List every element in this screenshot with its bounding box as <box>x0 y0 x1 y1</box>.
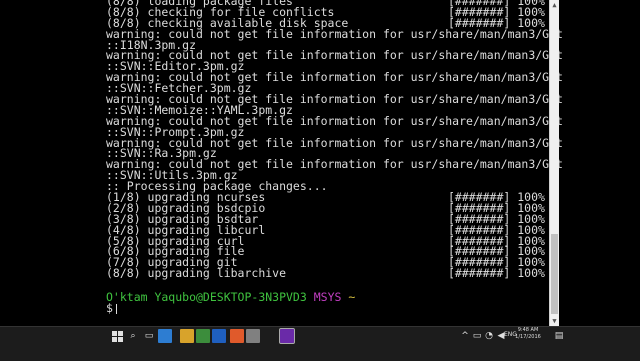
text-cursor <box>115 303 117 314</box>
edge-browser-icon[interactable] <box>158 329 172 343</box>
windows-start-icon[interactable] <box>110 329 124 343</box>
terminal-window[interactable]: (8/8) loading package files [#######] 100… <box>0 0 640 326</box>
prompt-shell-name: MSYS <box>313 290 342 304</box>
prompt-symbol: $ <box>106 301 113 315</box>
prompt-path: ~ <box>348 290 356 304</box>
msys-terminal-icon[interactable] <box>279 328 295 344</box>
browser-icon[interactable] <box>230 329 244 343</box>
taskbar: ⌕ ▭ ^ ▭ ◔ ◀ ENG 9:48 AM 1/17/2016 ▤ <box>0 326 640 361</box>
file-explorer-icon[interactable] <box>180 329 194 343</box>
terminal-output: (8/8) loading package files [#######] 100… <box>106 0 563 279</box>
media-player-icon[interactable] <box>212 329 226 343</box>
search-icon[interactable]: ⌕ <box>126 329 140 343</box>
prompt-user-host: O'ktam Yaqubo@DESKTOP-3N3PVD3 <box>106 290 307 304</box>
mail-icon[interactable] <box>246 329 260 343</box>
terminal-line-text: (8/8) upgrading libarchive <box>106 266 287 281</box>
terminal-line: (8/8) upgrading libarchive [#######] 100% <box>106 266 563 281</box>
notification-center-icon[interactable]: ▤ <box>552 329 566 343</box>
scroll-thumb[interactable] <box>551 234 558 314</box>
scroll-up-arrow-icon[interactable]: ▲ <box>550 0 559 10</box>
clock-time: 9:48 AM <box>517 327 539 333</box>
shell-prompt: O'ktam Yaqubo@DESKTOP-3N3PVD3 MSYS ~ <box>106 290 356 304</box>
terminal-scrollbar[interactable]: ▲ ▼ <box>549 0 559 326</box>
command-input[interactable]: $ <box>106 301 117 315</box>
task-view-icon[interactable]: ▭ <box>142 329 156 343</box>
store-icon[interactable] <box>196 329 210 343</box>
scroll-down-arrow-icon[interactable]: ▼ <box>550 316 559 326</box>
system-clock[interactable]: 9:48 AM 1/17/2016 <box>510 327 546 341</box>
progress-indicator: [#######] 100% <box>448 266 545 281</box>
clock-date: 1/17/2016 <box>515 334 541 340</box>
